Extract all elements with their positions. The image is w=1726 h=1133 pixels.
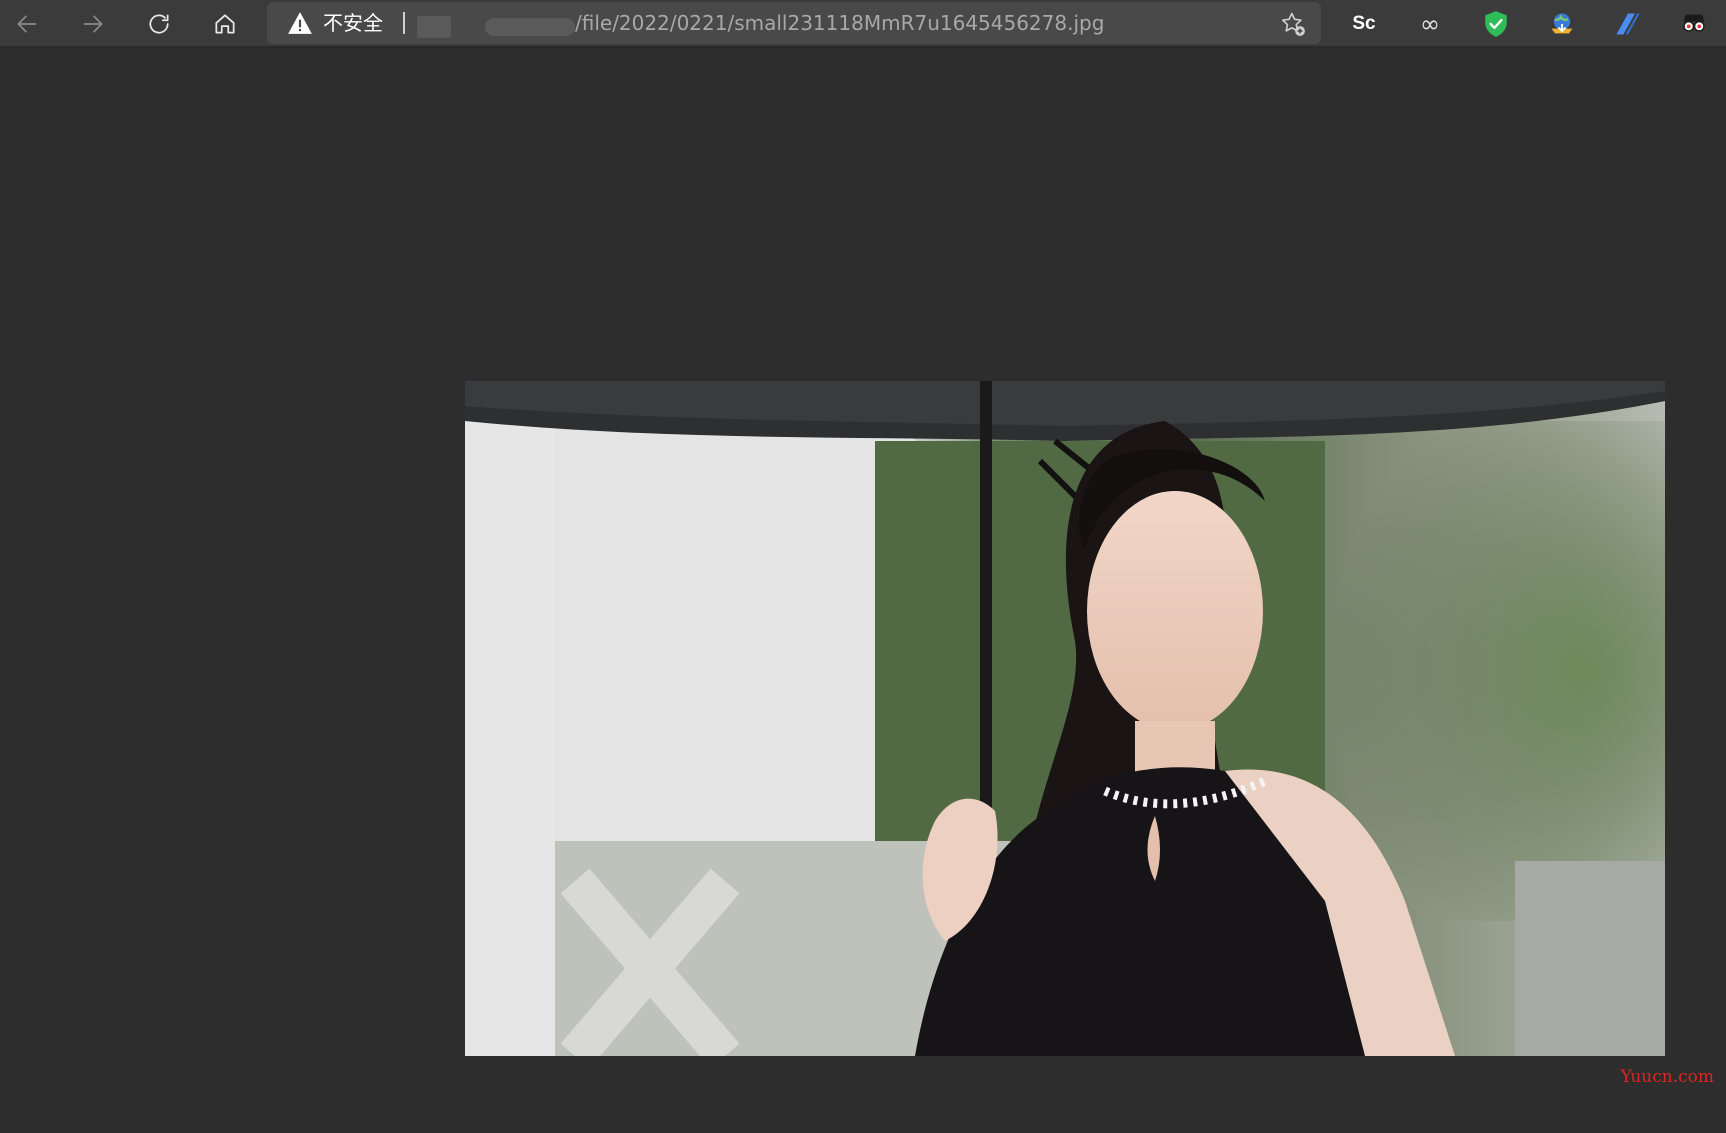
spy-eyes-icon — [1683, 14, 1705, 32]
browser-toolbar: 不安全 /file/2022/0221/small231118MmR7u1645… — [0, 0, 1726, 48]
security-status-label[interactable]: 不安全 — [323, 2, 383, 44]
warning-icon[interactable] — [287, 10, 313, 36]
globe-download-icon — [1551, 13, 1573, 34]
forward-button[interactable] — [73, 4, 113, 44]
redacted-host-block — [485, 18, 575, 36]
home-icon — [215, 14, 235, 34]
back-button[interactable] — [7, 4, 47, 44]
blue-chevron-icon — [1616, 13, 1640, 35]
extension-eyes[interactable] — [1674, 6, 1714, 42]
extension-sc[interactable]: Sc — [1344, 6, 1384, 42]
extension-globe-download[interactable] — [1542, 6, 1582, 42]
url-text[interactable]: /file/2022/0221/small231118MmR7u16454562… — [575, 2, 1104, 44]
watermark-text: Yuucn.com — [1620, 1067, 1714, 1087]
shield-check-icon — [1485, 11, 1507, 37]
address-separator — [403, 12, 405, 34]
infinity-icon: ∞ — [1420, 10, 1440, 38]
home-button[interactable] — [205, 4, 245, 44]
extension-sc-label: Sc — [1352, 13, 1376, 34]
extension-infinity[interactable]: ∞ — [1410, 6, 1450, 42]
address-bar[interactable]: 不安全 /file/2022/0221/small231118MmR7u1645… — [267, 2, 1321, 44]
extension-blue-arrow[interactable] — [1608, 6, 1648, 42]
arrow-left-icon — [17, 15, 37, 33]
redacted-host-block — [417, 16, 451, 38]
refresh-icon — [149, 14, 169, 34]
add-favorite-icon[interactable] — [1279, 10, 1307, 38]
reload-button[interactable] — [139, 4, 179, 44]
arrow-right-icon — [83, 15, 103, 33]
displayed-image[interactable] — [465, 381, 1665, 1056]
extension-shield[interactable] — [1476, 6, 1516, 42]
photo-illustration — [465, 381, 1665, 1056]
